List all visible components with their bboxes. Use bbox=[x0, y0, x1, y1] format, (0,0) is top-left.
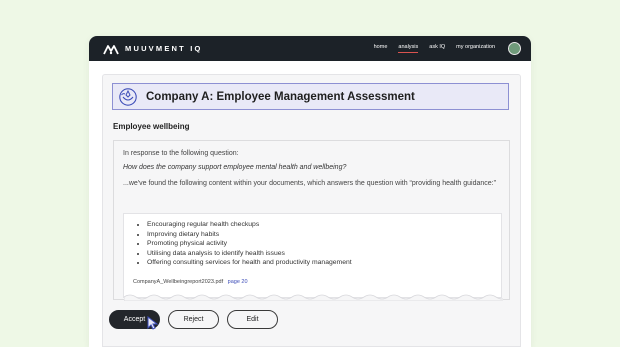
answer-question: How does the company support employee me… bbox=[123, 164, 347, 171]
main-nav: home analysis ask IQ my organization bbox=[374, 42, 521, 55]
assessment-header: Company A: Employee Management Assessmen… bbox=[112, 83, 509, 110]
nav-analysis[interactable]: analysis bbox=[398, 44, 419, 53]
list-item: Offering consulting services for health … bbox=[147, 258, 352, 268]
section-title: Employee wellbeing bbox=[113, 122, 190, 131]
source-page-link[interactable]: page 20 bbox=[228, 279, 248, 285]
source-reference: CompanyA_Wellbeingreport2023.pdf page 20 bbox=[133, 279, 248, 285]
list-item: Encouraging regular health checkups bbox=[147, 220, 352, 230]
accept-button[interactable]: Accept bbox=[109, 310, 160, 330]
action-buttons: Accept Reject Edit bbox=[109, 310, 278, 330]
edit-button-label: Edit bbox=[246, 316, 259, 323]
edit-button[interactable]: Edit bbox=[227, 310, 278, 329]
answer-panel: In response to the following question: H… bbox=[113, 140, 510, 301]
page-title: Company A: Employee Management Assessmen… bbox=[146, 90, 415, 103]
source-file-name: CompanyA_Wellbeingreport2023.pdf bbox=[133, 279, 224, 285]
logo-icon bbox=[103, 44, 119, 54]
reject-button[interactable]: Reject bbox=[168, 310, 219, 329]
brand-name: MUUVMENT IQ bbox=[125, 44, 203, 53]
torn-edge-decoration bbox=[124, 294, 503, 301]
reject-button-label: Reject bbox=[183, 316, 204, 323]
document-snippet: Encouraging regular health checkups Impr… bbox=[123, 213, 503, 301]
nav-my-organization[interactable]: my organization bbox=[456, 44, 495, 53]
top-navigation-bar: MUUVMENT IQ home analysis ask IQ my orga… bbox=[89, 36, 531, 61]
wellbeing-icon bbox=[119, 87, 137, 106]
answer-found-text: ...we've found the following content wit… bbox=[123, 180, 496, 187]
brand[interactable]: MUUVMENT IQ bbox=[103, 43, 203, 55]
avatar[interactable] bbox=[508, 42, 521, 55]
snippet-list: Encouraging regular health checkups Impr… bbox=[147, 220, 352, 268]
mouse-pointer-icon bbox=[147, 316, 159, 330]
main-content: Company A: Employee Management Assessmen… bbox=[102, 74, 521, 347]
list-item: Improving dietary habits bbox=[147, 230, 352, 240]
nav-home[interactable]: home bbox=[374, 44, 388, 53]
accept-button-label: Accept bbox=[123, 316, 146, 323]
list-item: Promoting physical activity bbox=[147, 239, 352, 249]
app-window: MUUVMENT IQ home analysis ask IQ my orga… bbox=[89, 36, 531, 347]
nav-ask-iq[interactable]: ask IQ bbox=[429, 44, 445, 53]
answer-intro: In response to the following question: bbox=[123, 150, 239, 157]
list-item: Utilising data analysis to identify heal… bbox=[147, 249, 352, 259]
